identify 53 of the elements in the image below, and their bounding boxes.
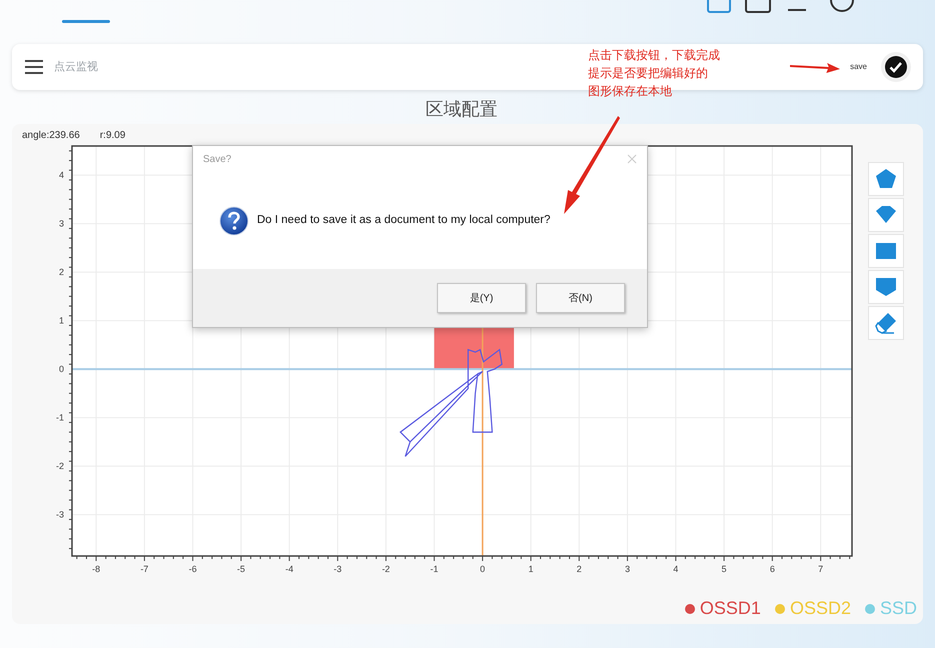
check-icon [884, 55, 908, 79]
dialog-button[interactable]: 是(Y) [437, 283, 526, 313]
dialog-button[interactable]: 否(N) [536, 283, 625, 313]
tick-label: -8 [92, 564, 100, 574]
tick-label: -7 [140, 564, 148, 574]
dialog-message: Do I need to save it as a document to my local computer? [257, 212, 550, 228]
legend-label: OSSD2 [790, 597, 851, 620]
menu-icon[interactable] [24, 59, 44, 75]
annotation-line: 点击下载按钮，下载完成 [588, 47, 720, 64]
tick-label: 3 [624, 564, 630, 574]
save-button[interactable] [881, 52, 911, 82]
pentagon-icon [873, 167, 899, 191]
pointer-arrow [790, 60, 840, 74]
shield-icon [873, 275, 899, 299]
tick-label: 0 [480, 564, 486, 574]
shape-tool-button[interactable] [868, 162, 904, 196]
shape-tool-button[interactable] [868, 270, 904, 304]
tick-label: -4 [285, 564, 294, 574]
tick-label: -2 [56, 461, 64, 472]
readout-text: r:9.09 [100, 129, 126, 143]
tick-label: -3 [334, 564, 342, 574]
question-icon [219, 206, 249, 236]
tick-label: -6 [188, 564, 197, 574]
legend-label: SSD [880, 597, 917, 620]
tick-label: 4 [673, 564, 678, 574]
tick-label: 2 [58, 267, 64, 278]
tick-label: 6 [770, 564, 775, 574]
save-label: save [850, 61, 867, 73]
shape-tool-button[interactable] [868, 198, 904, 232]
dialog-title: Save? [203, 152, 232, 166]
tick-label: -3 [56, 510, 64, 520]
tick-label: 3 [58, 218, 64, 229]
tick-label: -1 [430, 564, 438, 574]
tick-label: 4 [58, 170, 64, 180]
shape-tool-button[interactable] [868, 306, 904, 340]
tick-label: -2 [382, 564, 390, 574]
tick-label: -1 [56, 412, 64, 423]
page-title: 区域配置 [426, 98, 498, 120]
annotation-line: 图形保存在本地 [588, 83, 673, 100]
tick-label: -5 [237, 564, 246, 574]
tick-label: 5 [722, 564, 727, 574]
tick-label: 7 [818, 564, 824, 574]
legend-label: OSSD1 [700, 597, 761, 620]
tick-label: 1 [528, 564, 534, 574]
shape-tool-button[interactable] [868, 234, 904, 268]
readout-text: angle:239.66 [22, 129, 80, 143]
tick-label: 2 [576, 564, 582, 574]
page-label: 点云监视 [54, 60, 98, 75]
tab-indicator [62, 20, 110, 23]
tick-label: 0 [58, 364, 64, 374]
tick-label: 1 [58, 316, 64, 326]
annotation-line: 提示是否要把编辑好的 [588, 65, 709, 82]
eraser-icon [873, 311, 899, 335]
